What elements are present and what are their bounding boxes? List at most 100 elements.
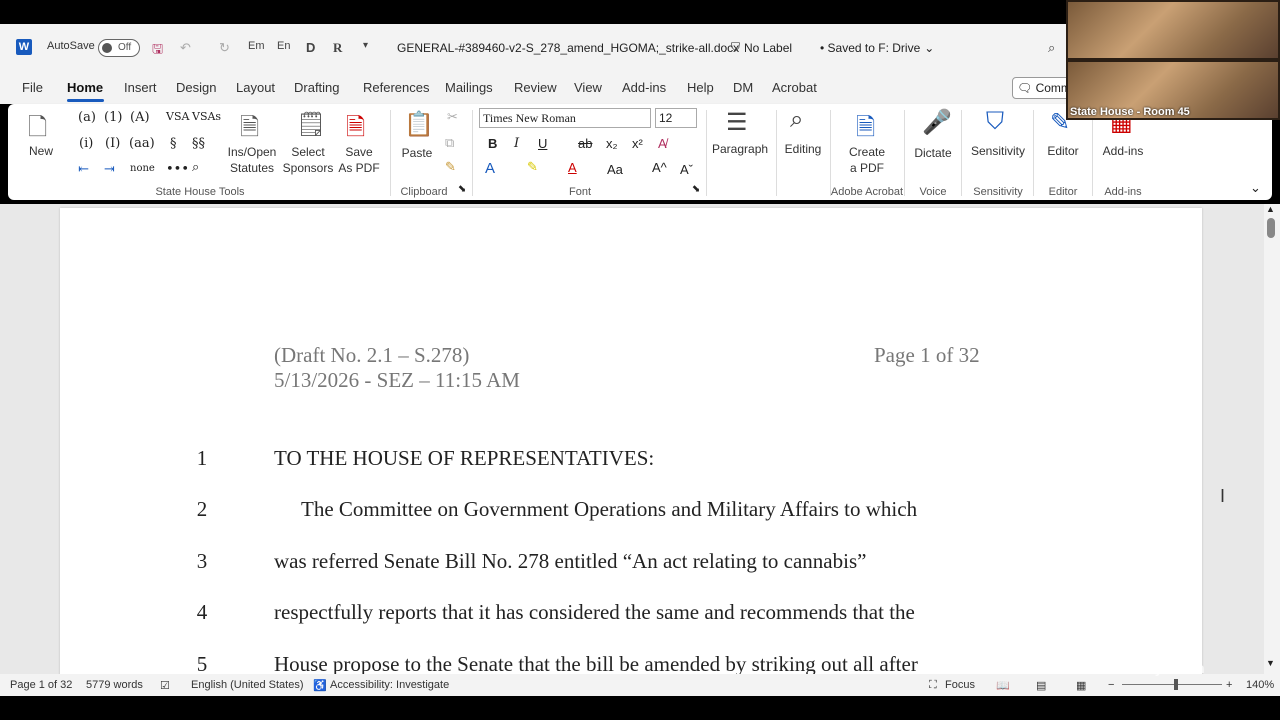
subsection-1-button[interactable]: (1) xyxy=(104,110,122,125)
italic-icon[interactable]: I xyxy=(514,136,519,151)
sections-symbol-button[interactable]: §§ xyxy=(192,136,205,151)
autosave-toggle[interactable]: Off xyxy=(98,39,140,57)
tab-references[interactable]: References xyxy=(363,80,429,95)
comments-button[interactable]: 🗨 Comm xyxy=(1012,77,1072,99)
document-line[interactable]: TO THE HOUSE OF REPRESENTATIVES: xyxy=(274,446,654,471)
editing-icon[interactable]: ⌕ xyxy=(790,106,803,134)
tab-home[interactable]: Home xyxy=(67,80,103,95)
outdent-icon[interactable]: ⇤ xyxy=(78,162,89,177)
scrollbar-thumb[interactable] xyxy=(1267,218,1275,238)
d-button[interactable]: D xyxy=(306,40,315,55)
tab-add-ins[interactable]: Add-ins xyxy=(622,80,666,95)
shrink-font-icon[interactable]: Aˇ xyxy=(680,162,693,177)
paragraph-label[interactable]: Paragraph xyxy=(712,142,768,156)
undo-icon[interactable]: ↶ xyxy=(180,40,191,56)
date-header[interactable]: 5/13/2026 - SEZ – 11:15 AM xyxy=(274,368,520,393)
document-line[interactable]: was referred Senate Bill No. 278 entitle… xyxy=(274,549,866,574)
bold-icon[interactable]: B xyxy=(488,136,497,151)
r-button[interactable]: R xyxy=(333,40,342,56)
language-status[interactable]: English (United States) xyxy=(191,679,304,691)
paste-icon[interactable]: 📋 xyxy=(404,110,434,139)
tab-drafting[interactable]: Drafting xyxy=(294,80,340,95)
focus-mode-label[interactable]: Focus xyxy=(945,679,975,691)
scroll-down-icon[interactable]: ▼ xyxy=(1266,658,1275,668)
accessibility-icon[interactable]: ♿ xyxy=(313,679,327,692)
sensitivity-label[interactable]: Sensitivity xyxy=(968,144,1028,158)
draft-header[interactable]: (Draft No. 2.1 – S.278) xyxy=(274,343,469,368)
vsas-button[interactable]: VSAs xyxy=(192,110,221,123)
tab-review[interactable]: Review xyxy=(514,80,557,95)
dictate-label[interactable]: Dictate xyxy=(910,146,956,160)
subsection-i-button[interactable]: (i) xyxy=(79,136,93,151)
focus-icon[interactable]: ⛶ xyxy=(929,679,937,692)
em-dash-button[interactable]: Em xyxy=(248,40,265,52)
document-line[interactable]: The Committee on Government Operations a… xyxy=(301,497,917,522)
superscript-icon[interactable]: x² xyxy=(632,136,643,151)
font-color-icon[interactable]: A xyxy=(568,160,577,175)
dialog-launcher-icon[interactable]: ⬊ xyxy=(458,184,466,195)
format-painter-icon[interactable]: ✎ xyxy=(445,160,456,175)
subsection-aa-button[interactable]: (aa) xyxy=(129,136,155,151)
subscript-icon[interactable]: x₂ xyxy=(606,136,618,151)
vertical-scrollbar[interactable] xyxy=(1264,204,1280,674)
sensitivity-icon[interactable]: ⛉ xyxy=(986,108,1004,136)
save-status[interactable]: • Saved to F: Drive ⌄ xyxy=(820,41,934,55)
tab-layout[interactable]: Layout xyxy=(236,80,275,95)
microphone-icon[interactable]: 🎤 xyxy=(922,108,952,137)
document-line[interactable]: respectfully reports that it has conside… xyxy=(274,600,915,625)
indent-icon[interactable]: ⇥ xyxy=(104,162,115,177)
cut-icon[interactable]: ✂ xyxy=(447,110,458,125)
page-count[interactable]: Page 1 of 32 xyxy=(10,679,72,691)
scroll-up-icon[interactable]: ▲ xyxy=(1266,204,1275,214)
proofing-icon[interactable]: ☑ xyxy=(160,679,170,692)
none-button[interactable]: none xyxy=(130,163,155,174)
clear-formatting-icon[interactable]: A̸ xyxy=(658,136,667,151)
zoom-slider[interactable] xyxy=(1122,684,1222,685)
tab-view[interactable]: View xyxy=(574,80,602,95)
word-count[interactable]: 5779 words xyxy=(86,679,143,691)
collapse-ribbon-icon[interactable]: ⌄ xyxy=(1250,180,1261,196)
paragraph-icon[interactable]: ☰ xyxy=(726,108,748,137)
strikethrough-icon[interactable]: ab xyxy=(578,136,592,151)
tab-insert[interactable]: Insert xyxy=(124,80,157,95)
highlight-icon[interactable]: ✎ xyxy=(527,160,538,175)
tab-design[interactable]: Design xyxy=(176,80,216,95)
sensitivity-label-status[interactable]: ⛉ No Label xyxy=(731,40,792,55)
editing-label[interactable]: Editing xyxy=(780,142,826,156)
en-dash-button[interactable]: En xyxy=(277,40,290,52)
subsection-a-button[interactable]: (a) xyxy=(78,110,96,125)
font-name-select[interactable]: Times New Roman xyxy=(479,108,651,128)
sponsors-icon[interactable]: 🗒 xyxy=(296,110,326,139)
zoom-in-icon[interactable]: + xyxy=(1226,679,1232,691)
tab-acrobat[interactable]: Acrobat xyxy=(772,80,817,95)
new-button-label[interactable]: New xyxy=(28,144,54,158)
customize-qat-icon[interactable]: ▾ xyxy=(363,40,368,51)
read-mode-icon[interactable]: 📖 xyxy=(996,679,1010,692)
find-icon[interactable]: ⌕ xyxy=(192,160,199,175)
tab-help[interactable]: Help xyxy=(687,80,714,95)
web-layout-icon[interactable]: ▦ xyxy=(1076,679,1086,692)
redo-icon[interactable]: ↻ xyxy=(219,40,230,56)
save-as-pdf-label[interactable]: Save As PDF xyxy=(336,144,382,176)
grow-font-icon[interactable]: A^ xyxy=(652,160,667,175)
change-case-icon[interactable]: Aa xyxy=(607,162,623,177)
accessibility-status[interactable]: Accessibility: Investigate xyxy=(330,679,449,691)
page-number-header[interactable]: Page 1 of 32 xyxy=(874,343,980,368)
text-effects-icon[interactable]: A xyxy=(485,160,495,177)
add-ins-label[interactable]: Add-ins xyxy=(1098,144,1148,158)
zoom-level[interactable]: 140% xyxy=(1246,679,1274,691)
search-icon[interactable]: ⌕ xyxy=(1048,40,1055,56)
subsection-A-button[interactable]: (A) xyxy=(130,110,150,125)
paste-label[interactable]: Paste xyxy=(400,146,434,160)
font-size-select[interactable]: 12 xyxy=(655,108,697,128)
select-sponsors-label[interactable]: Select Sponsors xyxy=(282,144,334,176)
zoom-slider-handle[interactable] xyxy=(1174,679,1178,690)
zoom-out-icon[interactable]: − xyxy=(1108,679,1114,691)
create-pdf-label[interactable]: Create a PDF xyxy=(840,144,894,176)
print-layout-icon[interactable]: ▤ xyxy=(1036,679,1046,692)
save-icon[interactable]: 🖫 xyxy=(152,40,163,62)
dots-icon[interactable]: ••• xyxy=(166,162,189,177)
tab-file[interactable]: File xyxy=(22,80,43,95)
underline-icon[interactable]: U xyxy=(538,136,547,151)
font-dialog-launcher-icon[interactable]: ⬊ xyxy=(692,184,700,195)
